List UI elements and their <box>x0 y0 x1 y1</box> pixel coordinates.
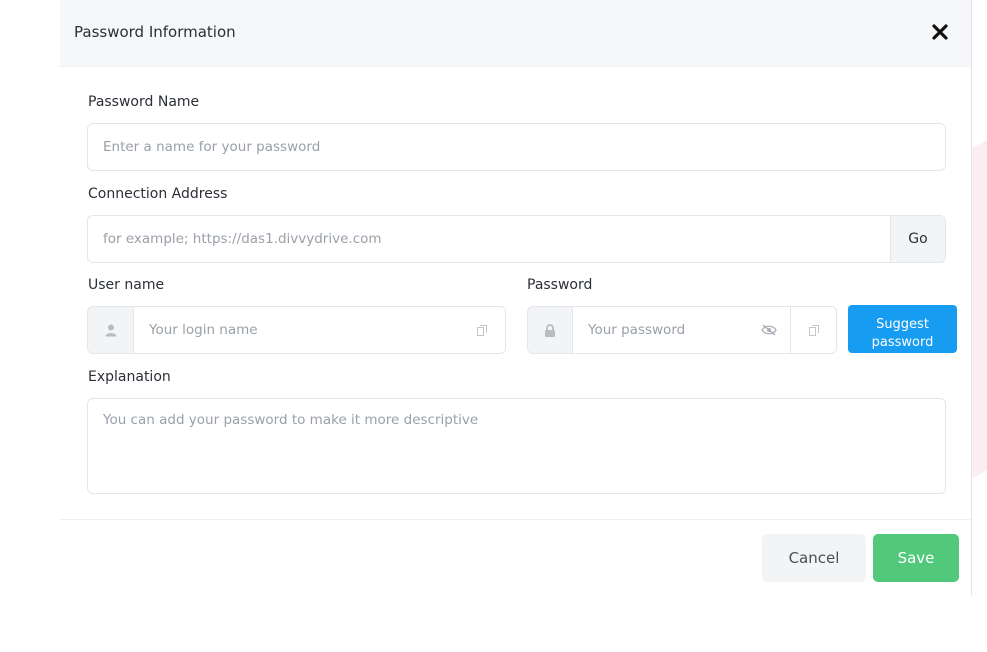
cancel-button[interactable]: Cancel <box>762 534 866 582</box>
password-name-input[interactable] <box>88 124 945 170</box>
dialog-title: Password Information <box>74 23 236 41</box>
close-icon <box>932 24 948 40</box>
password-information-dialog: Password Information Password Name Conne… <box>60 0 972 595</box>
password-input[interactable] <box>573 307 748 353</box>
cancel-button-label: Cancel <box>788 549 840 567</box>
connection-address-input[interactable] <box>88 216 888 262</box>
save-button[interactable]: Save <box>873 534 959 582</box>
go-button[interactable]: Go <box>890 216 945 262</box>
username-field[interactable] <box>87 306 506 354</box>
explanation-field[interactable] <box>87 398 946 494</box>
password-icon-addon <box>528 307 573 353</box>
go-button-label: Go <box>908 231 928 247</box>
username-icon-addon <box>88 307 134 353</box>
suggest-password-label-line1: Suggest <box>876 317 929 332</box>
eye-slash-icon <box>761 324 777 336</box>
dialog-header: Password Information <box>60 0 972 67</box>
footer-divider <box>60 519 972 520</box>
user-icon <box>105 324 116 336</box>
explanation-textarea[interactable] <box>88 399 945 493</box>
connection-address-label: Connection Address <box>88 186 228 202</box>
dialog-right-border <box>971 0 972 595</box>
password-label: Password <box>527 277 593 293</box>
lock-icon <box>545 323 555 337</box>
close-button[interactable] <box>928 18 952 46</box>
password-copy-button[interactable] <box>790 307 836 353</box>
suggest-password-label-line2: password <box>871 335 934 350</box>
explanation-label: Explanation <box>88 369 171 385</box>
copy-icon <box>477 324 487 336</box>
username-input[interactable] <box>134 307 459 353</box>
toggle-password-visibility[interactable] <box>748 307 790 353</box>
username-copy-button[interactable] <box>459 307 505 353</box>
password-field[interactable] <box>527 306 837 354</box>
suggest-password-button[interactable]: Suggest password <box>848 305 957 353</box>
connection-address-field[interactable]: Go <box>87 215 946 263</box>
password-name-label: Password Name <box>88 94 200 110</box>
password-name-field[interactable] <box>87 123 946 171</box>
save-button-label: Save <box>897 549 935 567</box>
username-label: User name <box>88 277 165 293</box>
copy-icon <box>808 324 819 336</box>
